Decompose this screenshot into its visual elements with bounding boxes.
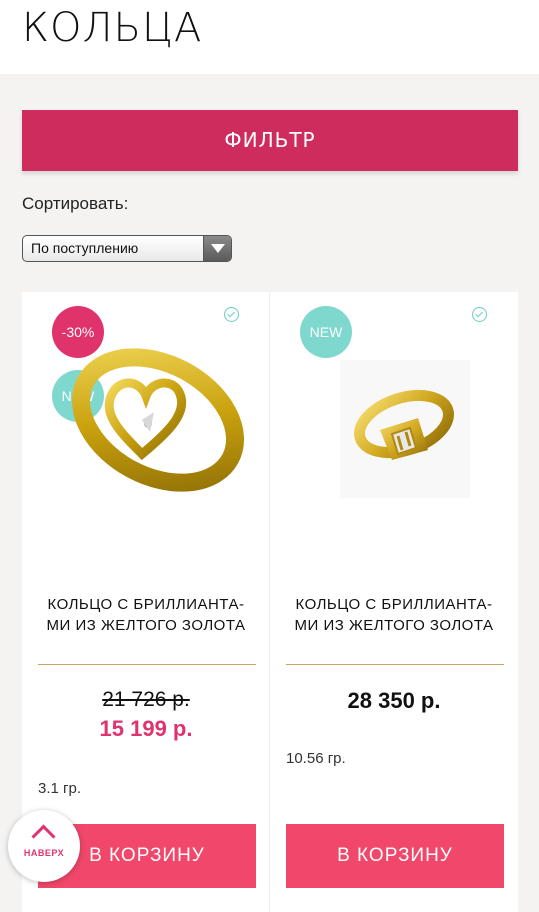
product-weight: 10.56 гр.: [286, 750, 346, 767]
product-image[interactable]: [340, 360, 470, 498]
check-circle-icon[interactable]: [224, 307, 239, 322]
sort-select[interactable]: По поступлению: [22, 235, 232, 262]
product-grid: -30% NEW КОЛЬЦО С БРИЛЛИАНТА-МИ ИЗ ЖЕЛТО…: [22, 292, 518, 912]
sort-label: Сортировать:: [22, 194, 129, 213]
sale-price: 15 199 р.: [99, 716, 193, 741]
product-image[interactable]: [50, 342, 250, 502]
sort-selected-value: По поступлению: [31, 240, 139, 256]
product-card[interactable]: NEW КОЛЬЦО С БРИЛЛИАНТА-МИ ИЗ ЖЕЛТОГО ЗО…: [270, 292, 518, 912]
new-badge: NEW: [300, 306, 352, 358]
divider: [38, 664, 256, 665]
add-to-cart-button[interactable]: В КОРЗИНУ: [286, 824, 504, 888]
divider: [286, 664, 504, 665]
page-title: КОЛЬЦА: [22, 5, 203, 51]
chevron-up-icon: [31, 824, 56, 849]
product-weight: 3.1 гр.: [38, 780, 82, 797]
product-name[interactable]: КОЛЬЦО С БРИЛЛИАНТА-МИ ИЗ ЖЕЛТОГО ЗОЛОТА: [284, 594, 504, 636]
filter-button[interactable]: ФИЛЬТР: [22, 110, 518, 171]
chevron-down-icon: [203, 236, 231, 261]
old-price: 21 726 р.: [102, 688, 190, 711]
product-price: 28 350 р.: [347, 688, 441, 713]
page-header: КОЛЬЦА: [0, 0, 539, 74]
check-circle-icon[interactable]: [472, 307, 487, 322]
back-to-top-label: НАВЕРХ: [23, 848, 65, 858]
product-name[interactable]: КОЛЬЦО С БРИЛЛИАНТА-МИ ИЗ ЖЕЛТОГО ЗОЛОТА: [36, 594, 256, 636]
back-to-top-button[interactable]: НАВЕРХ: [8, 810, 80, 882]
